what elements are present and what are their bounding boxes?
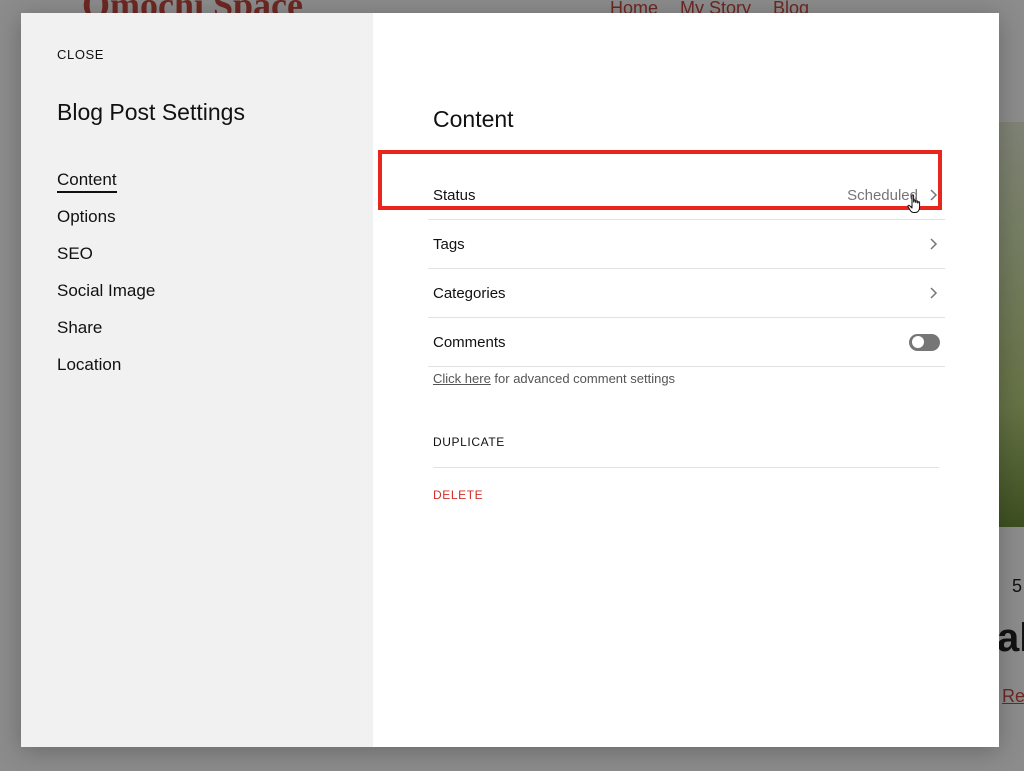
nav-item-label: Content (57, 170, 117, 193)
tags-label: Tags (433, 235, 465, 253)
panel-title: Blog Post Settings (57, 99, 245, 125)
chevron-right-icon (926, 286, 940, 300)
status-label: Status (433, 186, 476, 204)
nav-item-label: SEO (57, 244, 93, 263)
categories-right (926, 286, 940, 300)
content-title: Content (433, 106, 514, 132)
hand-pointer-icon (907, 194, 921, 213)
nav-item-seo[interactable]: SEO (57, 244, 155, 281)
nav-item-share[interactable]: Share (57, 318, 155, 355)
nav-item-label: Options (57, 207, 116, 226)
chevron-right-icon (926, 188, 940, 202)
settings-sidebar: CLOSE Blog Post Settings Content Options… (21, 13, 373, 747)
duplicate-button[interactable]: DUPLICATE (433, 435, 505, 449)
categories-row[interactable]: Categories (428, 269, 945, 318)
nav-item-label: Share (57, 318, 103, 337)
nav-item-label: Location (57, 355, 122, 374)
settings-content-panel: Content Status Scheduled Tags Categories… (373, 13, 999, 747)
comments-toggle[interactable] (909, 333, 940, 351)
nav-item-content[interactable]: Content (57, 170, 155, 207)
nav-item-location[interactable]: Location (57, 355, 155, 392)
comments-row: Comments (428, 318, 945, 367)
chevron-right-icon (926, 237, 940, 251)
status-right: Scheduled (847, 187, 940, 204)
settings-nav: Content Options SEO Social Image Share L… (57, 170, 155, 392)
delete-button[interactable]: DELETE (433, 488, 483, 502)
advanced-comment-settings-link[interactable]: Click here (433, 371, 491, 386)
nav-item-options[interactable]: Options (57, 207, 155, 244)
blog-post-settings-modal: CLOSE Blog Post Settings Content Options… (21, 13, 999, 747)
comment-help: Click here for advanced comment settings (433, 371, 675, 386)
close-button[interactable]: CLOSE (57, 47, 104, 62)
settings-rows: Status Scheduled Tags Categories Comment… (428, 171, 945, 367)
comments-label: Comments (433, 333, 506, 351)
status-row[interactable]: Status Scheduled (428, 171, 945, 220)
nav-item-social-image[interactable]: Social Image (57, 281, 155, 318)
nav-item-label: Social Image (57, 281, 156, 300)
tags-right (926, 237, 940, 251)
comment-help-text: for advanced comment settings (490, 371, 676, 386)
comments-right (909, 333, 940, 351)
tags-row[interactable]: Tags (428, 220, 945, 269)
divider (433, 467, 939, 468)
categories-label: Categories (433, 284, 506, 302)
